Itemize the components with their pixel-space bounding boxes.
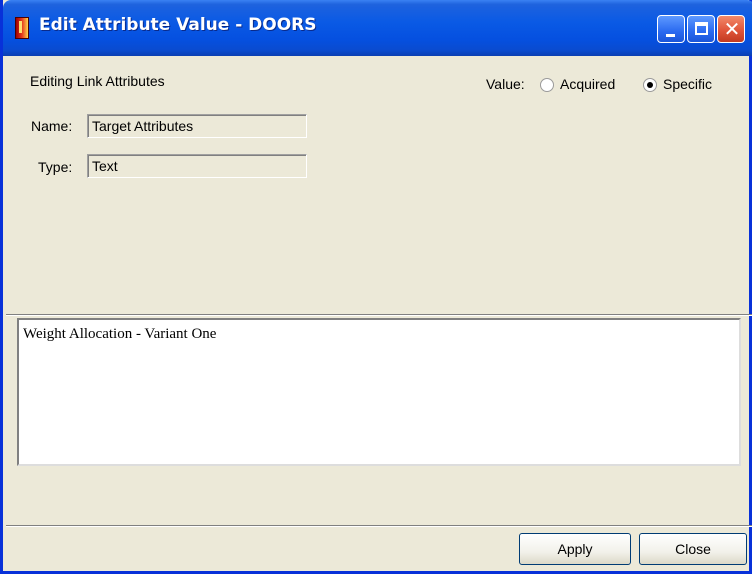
editing-heading: Editing Link Attributes xyxy=(30,73,165,89)
radio-specific-label[interactable]: Specific xyxy=(663,76,712,92)
close-icon: ✕ xyxy=(723,17,741,41)
radio-specific[interactable] xyxy=(643,78,657,92)
divider-top xyxy=(6,314,752,316)
type-field: Text xyxy=(87,154,307,178)
divider-bottom xyxy=(6,525,752,527)
doors-app-icon xyxy=(15,17,29,39)
window-title: Edit Attribute Value - DOORS xyxy=(39,15,317,35)
title-bar[interactable]: Edit Attribute Value - DOORS ✕ xyxy=(3,0,752,56)
radio-acquired-label[interactable]: Acquired xyxy=(560,76,615,92)
minimize-button[interactable] xyxy=(657,15,685,43)
name-label: Name: xyxy=(31,118,73,134)
value-label: Value: xyxy=(486,76,525,92)
dialog-window: Edit Attribute Value - DOORS ✕ Editing L… xyxy=(0,0,752,574)
name-field: Target Attributes xyxy=(87,114,307,138)
attribute-value-textarea[interactable]: Weight Allocation - Variant One xyxy=(17,318,741,466)
type-label: Type: xyxy=(38,159,73,175)
close-button[interactable]: Close xyxy=(639,533,747,565)
maximize-button[interactable] xyxy=(687,15,715,43)
maximize-icon xyxy=(695,22,708,35)
radio-acquired[interactable] xyxy=(540,78,554,92)
close-window-button[interactable]: ✕ xyxy=(717,15,745,43)
minimize-icon xyxy=(666,34,675,37)
apply-button[interactable]: Apply xyxy=(519,533,631,565)
